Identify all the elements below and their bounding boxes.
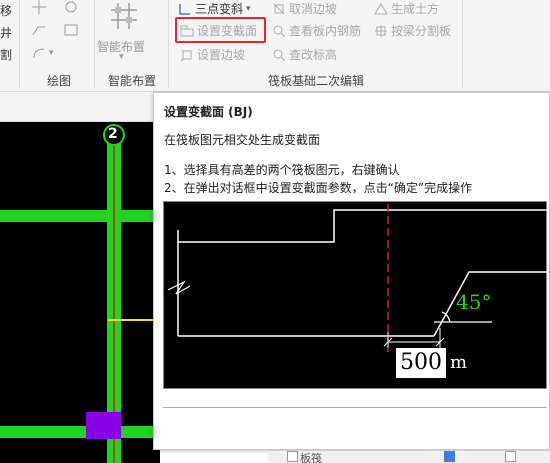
chevron-down-icon: ▾: [49, 48, 54, 58]
slope-icon: [179, 3, 190, 15]
ribbon-separator: [168, 0, 169, 88]
check-elevation-button[interactable]: 查改标高: [272, 46, 337, 63]
angle-label: 45°: [456, 290, 492, 314]
generate-earthwork-button[interactable]: 生成土方: [374, 0, 439, 17]
green-beam: [0, 210, 160, 222]
check-elevation-label: 查改标高: [289, 48, 338, 62]
ribbon-cut-label[interactable]: 割: [0, 46, 12, 63]
arc-icon: [33, 48, 45, 59]
smart-layout-button[interactable]: 智能布置 ▾: [97, 0, 151, 62]
slab-edit-group-label: 筏板基础二次编辑: [268, 74, 365, 88]
magnifier-icon: [273, 25, 286, 37]
view-slab-rebar-button[interactable]: 查看板内钢筋: [272, 22, 361, 39]
elevation-icon: [273, 49, 286, 61]
canvas-graphics: [0, 124, 160, 463]
upper-slab-outline: [178, 209, 548, 243]
break-symbol: [167, 280, 191, 295]
tooltip-title: 设置变截面 (BJ): [164, 105, 253, 119]
view-slab-rebar-label: 查看板内钢筋: [289, 24, 362, 38]
tooltip-step-2: 2、在弹出对话框中设置变截面参数，点击“确定”完成操作: [164, 181, 473, 195]
axis-label: 2: [108, 126, 118, 142]
edge-slope-icon: [180, 50, 192, 61]
highlight-box: [175, 17, 266, 43]
draw-line-tool[interactable]: [32, 23, 46, 37]
rectangle-icon: [64, 24, 78, 36]
chevron-down-icon: ▾: [246, 3, 251, 14]
grid-layout-icon: [111, 3, 137, 29]
ribbon-separator: [94, 0, 95, 88]
polyline-icon: [32, 26, 45, 36]
property-partial-text: 板筏: [300, 452, 322, 463]
property-checkbox[interactable]: [505, 451, 516, 462]
draw-arc-tool[interactable]: ▾: [32, 46, 54, 60]
ribbon-separator: [19, 0, 20, 88]
property-checkbox-checked[interactable]: [444, 451, 455, 462]
set-edge-slope-button[interactable]: 设置边坡: [180, 46, 245, 63]
purple-column: [86, 412, 121, 439]
cancel-edge-slope-label: 取消边坡: [289, 2, 338, 16]
tooltip-divider: [163, 407, 547, 408]
split-by-beam-button[interactable]: 按梁分割板: [374, 22, 451, 39]
ribbon-well-label[interactable]: 井: [0, 24, 12, 41]
generate-earthwork-label: 生成土方: [391, 2, 440, 16]
tooltip-panel: 设置变截面 (BJ) 在筏板图元相交处生成变截面 1、选择具有高差的两个筏板图元…: [153, 92, 550, 450]
drawing-tab-strip: [0, 92, 160, 122]
property-checkbox[interactable]: [287, 451, 298, 462]
tooltip-description: 在筏板图元相交处生成变截面: [164, 133, 321, 147]
set-edge-slope-label: 设置边坡: [197, 48, 246, 62]
three-point-slope-button[interactable]: 三点变斜 ▾: [178, 0, 251, 17]
ribbon-move-label[interactable]: 移: [0, 2, 12, 19]
draw-point-tool[interactable]: [32, 0, 46, 14]
tooltip-step-1: 1、选择具有高差的两个筏板图元，右键确认: [164, 163, 400, 177]
tooltip-diagram: 45° 500 m: [163, 201, 548, 389]
circle-icon: [65, 1, 77, 13]
green-beam: [0, 426, 160, 438]
draw-rect-tool[interactable]: [64, 23, 78, 37]
earthwork-icon: [374, 2, 388, 14]
draw-group-label: 绘图: [47, 74, 72, 88]
cancel-slope-icon: [273, 3, 285, 14]
split-icon: [375, 24, 387, 37]
chevron-down-icon: ▾: [119, 52, 124, 62]
three-point-slope-label: 三点变斜: [195, 2, 244, 16]
crosshair-icon: [32, 0, 46, 14]
drawing-canvas[interactable]: 2: [0, 122, 160, 463]
split-by-beam-label: 按梁分割板: [391, 24, 452, 38]
draw-circle-tool[interactable]: [64, 0, 78, 14]
dimension-value: 500: [400, 350, 442, 375]
dimension-unit: m: [450, 352, 468, 373]
ribbon-separator: [462, 0, 463, 88]
cancel-edge-slope-button[interactable]: 取消边坡: [272, 0, 337, 17]
ribbon: 移 井 割 ▾ 绘图 智能布置 ▾ 智能布置 三点变斜 ▾ 设置变截面 设置边坡…: [0, 0, 550, 92]
smart-layout-group-label: 智能布置: [108, 74, 157, 88]
